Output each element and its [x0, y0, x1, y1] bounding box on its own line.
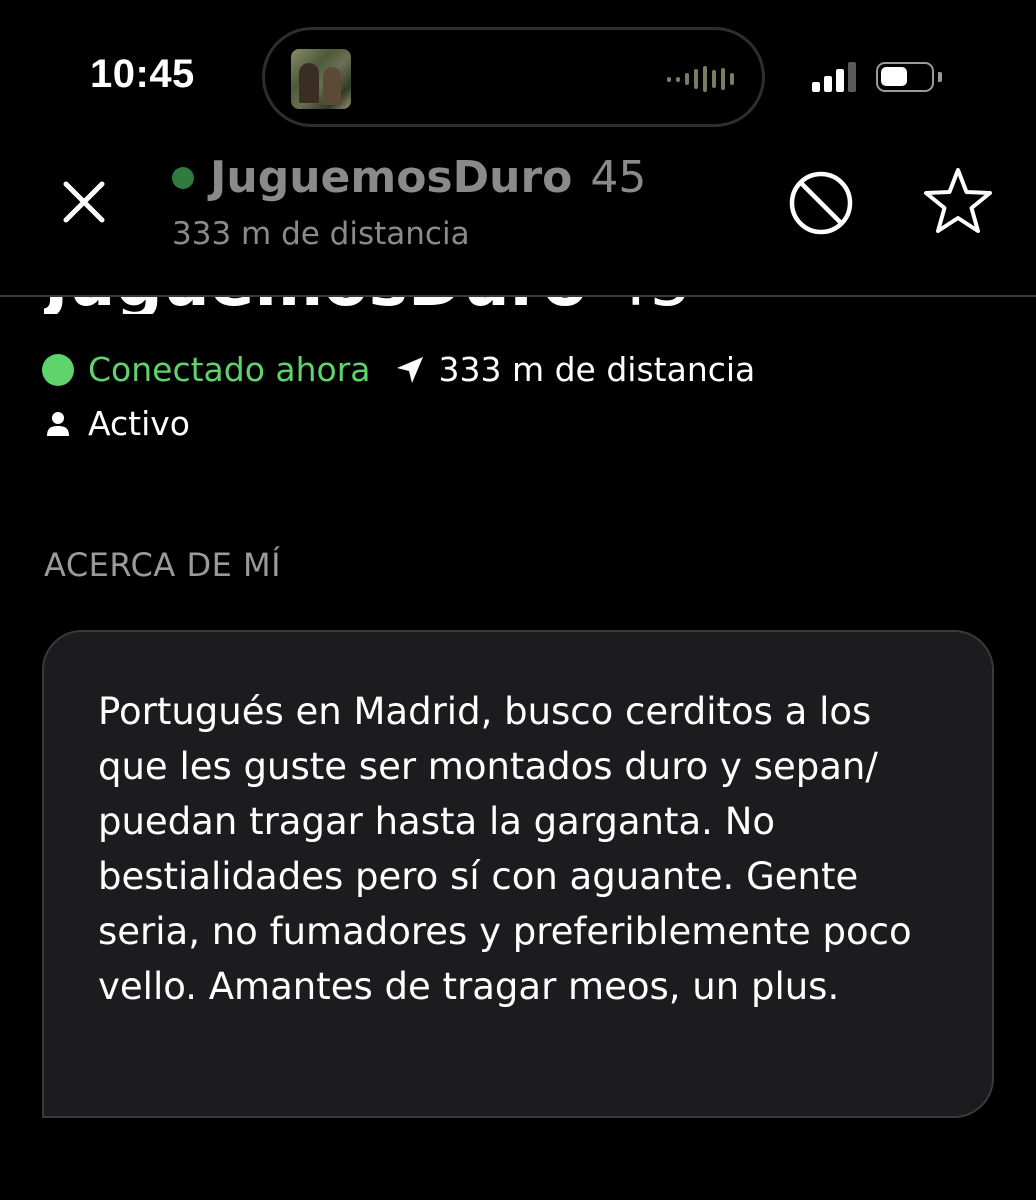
about-card: Portugués en Madrid, busco cerditos a lo…: [42, 630, 994, 1118]
star-icon[interactable]: [920, 164, 996, 240]
status-row: Conectado ahora 333 m de distancia: [42, 350, 755, 389]
battery-cap: [938, 72, 942, 82]
battery-level: [881, 67, 907, 86]
online-indicator-icon: [172, 166, 194, 189]
close-icon[interactable]: [58, 176, 110, 228]
header-distance: 333 m de distancia: [172, 216, 470, 252]
activity-row: Activo: [46, 404, 190, 443]
dynamic-island[interactable]: [262, 27, 765, 127]
about-section-label: ACERCA DE MÍ: [44, 546, 282, 584]
profile-title: JuguemosDuro 45: [44, 296, 692, 314]
online-status: Conectado ahora: [88, 350, 371, 389]
about-text: Portugués en Madrid, busco cerditos a lo…: [98, 690, 912, 1008]
header-age: 45: [590, 152, 647, 203]
profile-name: JuguemosDuro: [44, 296, 588, 314]
profile-age: 45: [608, 296, 692, 314]
status-bar: 10:45: [0, 0, 1036, 150]
waveform-icon: [667, 66, 734, 92]
profile-distance: 333 m de distancia: [438, 350, 756, 389]
profile-header: JuguemosDuro 45 333 m de distancia: [0, 150, 1036, 297]
battery-icon: [876, 62, 934, 92]
cellular-signal-icon: [812, 62, 856, 92]
status-time: 10:45: [90, 52, 195, 96]
online-dot-icon: [42, 353, 74, 386]
header-username: JuguemosDuro: [210, 152, 573, 203]
album-art-thumbnail[interactable]: [291, 49, 351, 109]
location-arrow-icon: [396, 356, 423, 383]
profile-title-clip: JuguemosDuro 45: [44, 296, 944, 314]
activity-status: Activo: [88, 404, 190, 443]
block-icon[interactable]: [788, 170, 854, 236]
header-name-row: JuguemosDuro 45: [172, 152, 646, 203]
person-icon: [47, 411, 69, 436]
